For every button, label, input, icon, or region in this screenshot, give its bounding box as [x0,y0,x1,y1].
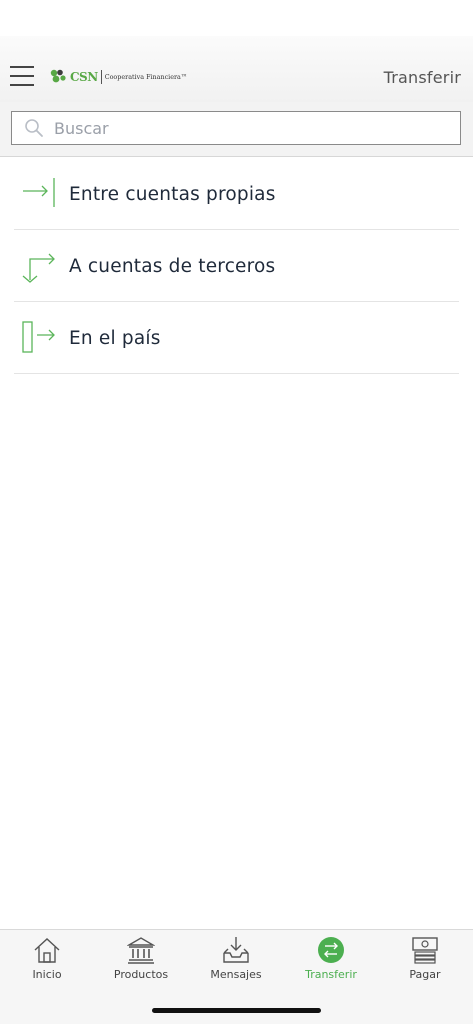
nav-label: Inicio [32,968,62,981]
status-bar [0,0,473,36]
logo-tagline: Cooperativa Financiera™ [104,73,188,81]
search-bar [0,102,473,157]
nav-item-mensajes[interactable]: Mensajes [189,936,283,986]
home-icon [34,938,60,963]
hamburger-line [10,84,34,86]
menu-item-label: A cuentas de terceros [69,256,276,277]
inbox-download-icon [223,937,249,963]
nav-item-inicio[interactable]: Inicio [0,936,94,986]
cash-register-icon [412,937,438,964]
nav-label: Transferir [305,968,357,981]
transfer-options-list: Entre cuentas propias A cuentas de terce… [14,158,459,374]
search-icon [25,119,43,137]
nav-label: Mensajes [210,968,262,981]
transfer-screen: CSN Cooperativa Financiera™ Transferir E… [0,0,473,1024]
csn-logo: CSN Cooperativa Financiera™ [50,66,187,88]
search-input[interactable] [54,114,434,142]
box-arrow-icon [22,320,55,353]
nav-item-productos[interactable]: Productos [94,936,188,986]
bank-icon [127,937,155,964]
logo-dots-icon [50,69,66,83]
logo-separator [100,70,102,84]
nav-item-transferir[interactable]: Transferir [284,936,378,986]
arrow-to-line-icon [23,177,55,207]
menu-item-label: Entre cuentas propias [69,184,276,205]
corner-arrows-icon [22,253,55,283]
hamburger-menu-button[interactable] [10,66,36,86]
home-indicator[interactable] [152,1008,321,1013]
hamburger-menu-icon [10,66,34,68]
nav-item-pagar[interactable]: Pagar [378,936,472,986]
menu-item-label: En el país [69,328,161,349]
nav-label: Pagar [409,968,441,981]
page-title: Transferir [383,68,461,87]
menu-item-third-party-accounts[interactable]: A cuentas de terceros [14,230,459,302]
menu-item-national[interactable]: En el país [14,302,459,374]
menu-item-own-accounts[interactable]: Entre cuentas propias [14,158,459,230]
logo-brand: CSN [70,70,98,84]
transfer-icon [318,937,344,963]
search-box[interactable] [11,111,461,145]
hamburger-line [10,75,34,77]
nav-label: Productos [113,968,169,981]
app-header: CSN Cooperativa Financiera™ Transferir [0,36,473,102]
